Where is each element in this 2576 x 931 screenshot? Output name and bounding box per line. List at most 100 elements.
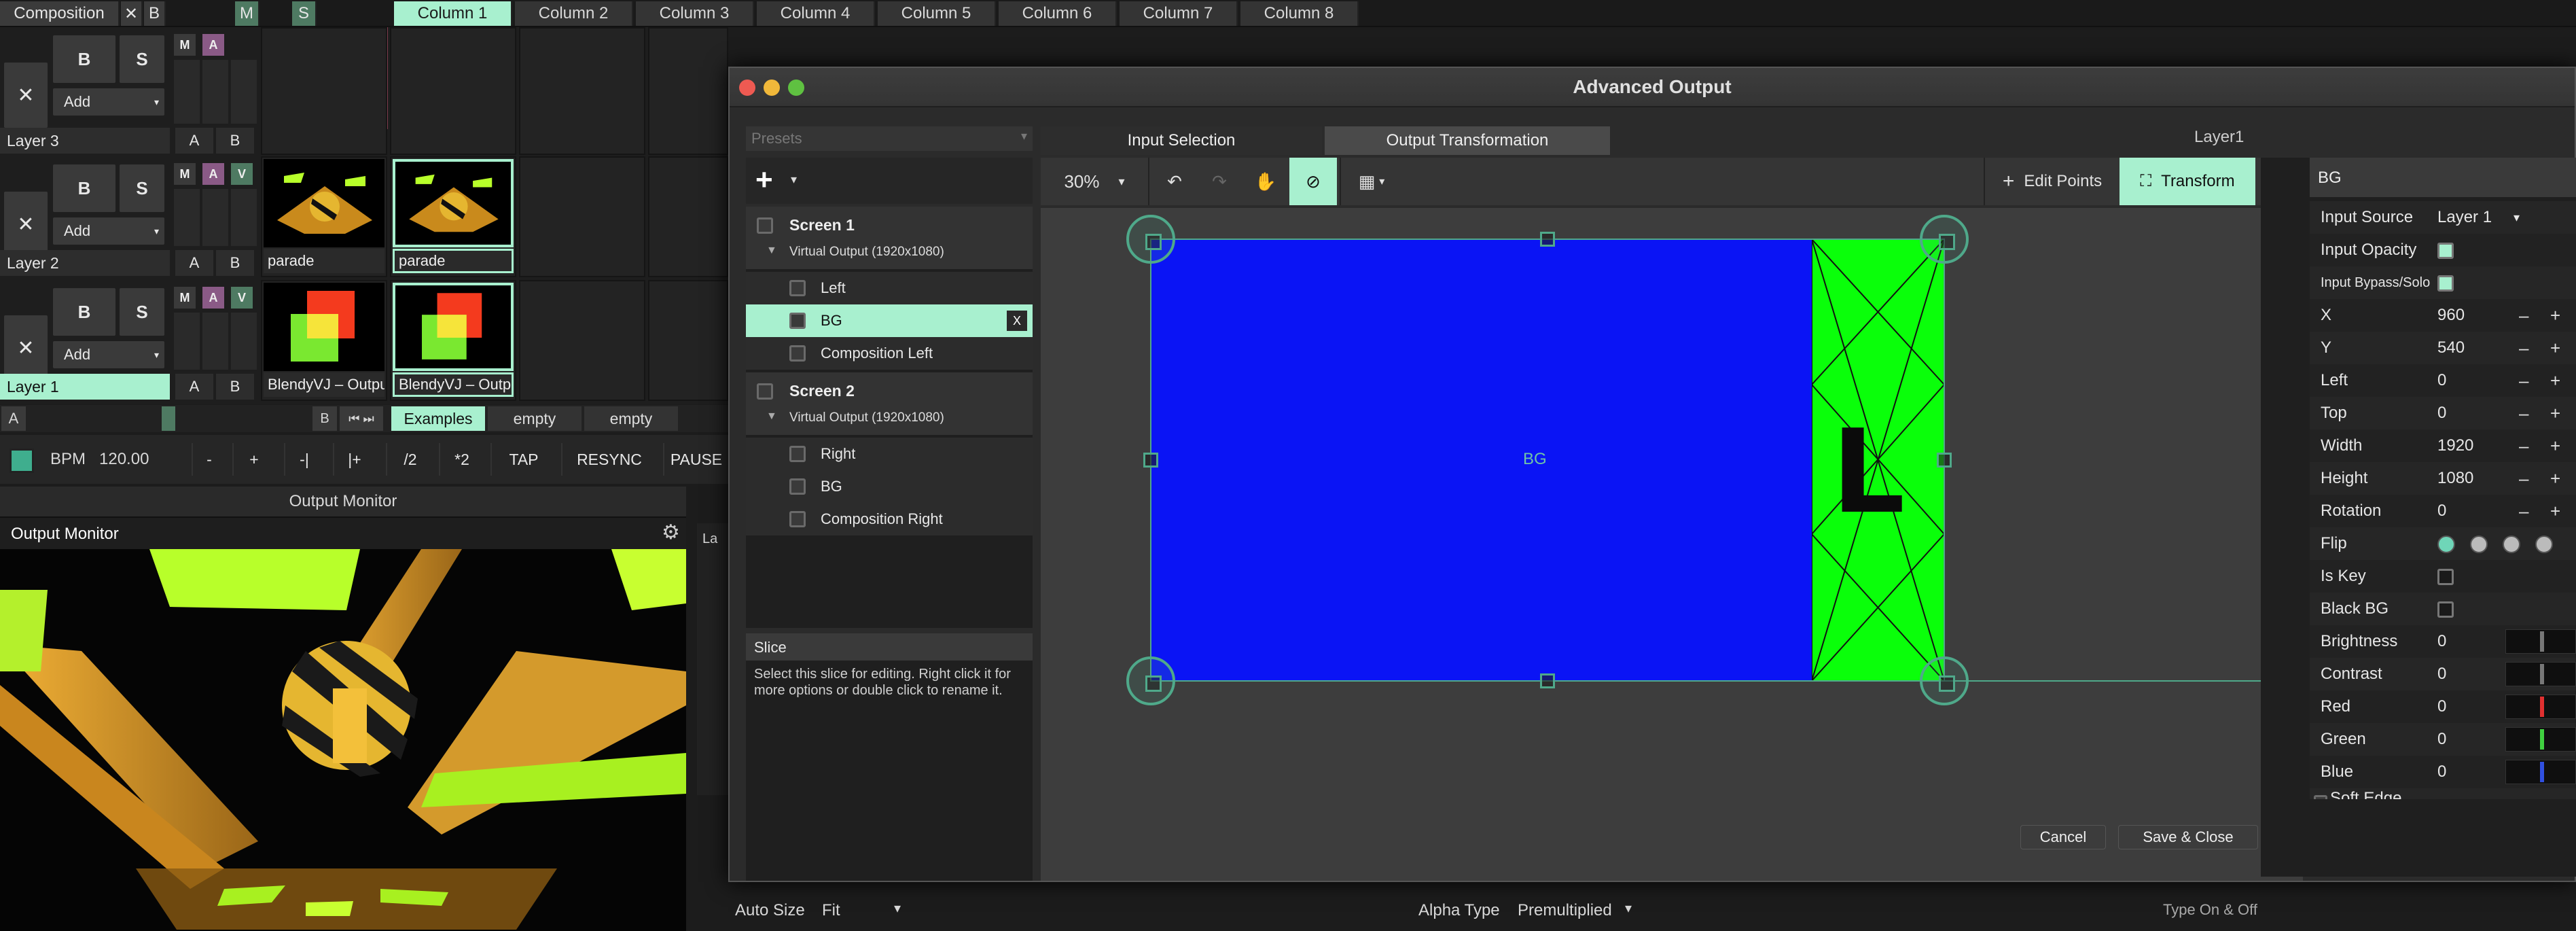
layer-a-button[interactable]: A: [202, 34, 224, 56]
composition-s-button[interactable]: S: [292, 1, 317, 26]
layer-v-button[interactable]: V: [231, 287, 253, 309]
prop-checkbox[interactable]: [2437, 275, 2454, 292]
tab-column-7[interactable]: Column 7: [1120, 1, 1238, 26]
plus-button[interactable]: +: [2550, 338, 2560, 359]
color-slider[interactable]: [2505, 695, 2576, 719]
slider-knob[interactable]: [2540, 697, 2544, 717]
layer-a-button[interactable]: A: [202, 287, 224, 309]
slider-knob[interactable]: [2540, 762, 2544, 782]
layer-ab-b-button[interactable]: B: [216, 250, 254, 276]
tab-column-1[interactable]: Column 1: [394, 1, 512, 26]
clip-cell[interactable]: [390, 27, 516, 155]
slice-row[interactable]: Composition Left: [746, 337, 1033, 370]
deck-tab[interactable]: empty: [488, 406, 582, 431]
slider-knob[interactable]: [2540, 631, 2544, 652]
layer-ab-a-button[interactable]: A: [175, 374, 213, 400]
deck-a-button[interactable]: A: [1, 406, 26, 431]
layer-name[interactable]: Layer 1: [0, 374, 170, 400]
layer-solo-button[interactable]: S: [120, 288, 164, 336]
clip-thumbnail[interactable]: [393, 283, 514, 371]
clip-thumbnail[interactable]: [264, 159, 384, 247]
plus-button[interactable]: +: [2550, 370, 2560, 391]
prop-checkbox[interactable]: [2437, 243, 2454, 259]
screen-checkbox[interactable]: [757, 217, 773, 234]
screen-group-header[interactable]: Screen 1 ▼ Virtual Output (1920x1080): [746, 207, 1033, 269]
layer-add-button[interactable]: Add ▾: [53, 217, 164, 245]
layer-m-button[interactable]: M: [174, 34, 196, 56]
edge-handle-top[interactable]: [1540, 232, 1555, 247]
gear-icon[interactable]: ⚙: [662, 521, 680, 544]
transport-button[interactable]: -: [192, 443, 226, 476]
slice-row[interactable]: BG: [746, 470, 1033, 503]
slice-checkbox[interactable]: [789, 511, 806, 527]
deck-nav-buttons[interactable]: ⏮ ⏭: [340, 406, 383, 431]
layer-bypass-button[interactable]: B: [53, 35, 115, 83]
close-window-icon[interactable]: [739, 80, 755, 96]
corner-handle-bottom-left[interactable]: [1126, 656, 1175, 705]
slice-row[interactable]: Composition Right: [746, 503, 1033, 535]
clip-cell[interactable]: [648, 280, 728, 401]
deck-tab[interactable]: Examples: [391, 406, 485, 431]
layer-clear-button[interactable]: ✕: [4, 192, 48, 257]
plus-button[interactable]: +: [2550, 403, 2560, 424]
screen-checkbox[interactable]: [757, 383, 773, 400]
minus-button[interactable]: –: [2519, 436, 2528, 457]
prop-value[interactable]: 0: [2437, 404, 2446, 423]
composition-close-button[interactable]: ✕: [121, 1, 143, 26]
layer-m-button[interactable]: M: [174, 163, 196, 185]
corner-handle-top-right[interactable]: [1920, 215, 1969, 264]
prop-value[interactable]: 0: [2437, 697, 2446, 716]
tab-column-2[interactable]: Column 2: [515, 1, 633, 26]
transport-button[interactable]: -|: [284, 443, 323, 476]
input-source-dropdown[interactable]: Layer 1: [2437, 208, 2492, 227]
auto-size-dropdown[interactable]: Fit: [822, 901, 840, 920]
tab-input-selection[interactable]: Input Selection: [1041, 126, 1322, 155]
layer-name[interactable]: Layer 2: [0, 250, 170, 276]
layer-solo-button[interactable]: S: [120, 164, 164, 212]
edge-handle-bottom[interactable]: [1540, 673, 1555, 688]
clip-thumbnail[interactable]: [264, 283, 384, 371]
slider-knob[interactable]: [2540, 729, 2544, 750]
flip-vertical-icon[interactable]: [2503, 535, 2520, 553]
minus-button[interactable]: –: [2519, 403, 2528, 424]
remove-slice-button[interactable]: X: [1007, 311, 1027, 331]
composition-button[interactable]: Composition: [0, 1, 120, 26]
transport-button[interactable]: +: [232, 443, 274, 476]
bpm-value[interactable]: 120.00: [99, 450, 149, 469]
flip-horizontal-icon[interactable]: [2470, 535, 2488, 553]
prop-value[interactable]: 0: [2437, 502, 2446, 521]
tab-column-6[interactable]: Column 6: [999, 1, 1117, 26]
transport-button[interactable]: PAUSE: [663, 443, 728, 476]
color-slider[interactable]: [2505, 760, 2576, 784]
slice-checkbox[interactable]: [789, 280, 806, 296]
presets-dropdown[interactable]: Presets ▾: [746, 126, 1033, 151]
layer-ab-a-button[interactable]: A: [175, 128, 213, 154]
layer-add-button[interactable]: Add ▾: [53, 341, 164, 368]
layer-name[interactable]: Layer 3: [0, 128, 170, 154]
prop-value[interactable]: 1080: [2437, 469, 2473, 488]
clip-cell[interactable]: [519, 27, 645, 155]
zoom-dropdown[interactable]: 30% ▾: [1041, 158, 1149, 205]
tab-column-5[interactable]: Column 5: [878, 1, 996, 26]
layer-clear-button[interactable]: ✕: [4, 315, 48, 381]
prop-value[interactable]: 0: [2437, 762, 2446, 781]
zoom-window-icon[interactable]: [788, 80, 804, 96]
layer-v-button[interactable]: V: [231, 163, 253, 185]
clip-thumbnail[interactable]: [393, 159, 514, 247]
chevron-down-icon[interactable]: ▾: [894, 900, 901, 917]
layer-ab-a-button[interactable]: A: [175, 250, 213, 276]
minus-button[interactable]: –: [2519, 338, 2528, 359]
composition-m-button[interactable]: M: [235, 1, 260, 26]
tab-output-transformation[interactable]: Output Transformation: [1325, 126, 1610, 155]
slice-checkbox[interactable]: [789, 446, 806, 462]
slice-checkbox[interactable]: [789, 313, 806, 329]
clip-cell[interactable]: [519, 280, 645, 401]
minus-button[interactable]: –: [2519, 370, 2528, 391]
cancel-button[interactable]: Cancel: [2020, 825, 2106, 849]
redo-icon[interactable]: ↷: [1197, 158, 1242, 205]
flip-none-icon[interactable]: [2437, 535, 2455, 553]
output-canvas[interactable]: L BG: [1041, 208, 2303, 881]
flip-both-icon[interactable]: [2535, 535, 2553, 553]
prop-checkbox[interactable]: [2437, 601, 2454, 618]
composition-bypass-button[interactable]: B: [144, 1, 166, 26]
